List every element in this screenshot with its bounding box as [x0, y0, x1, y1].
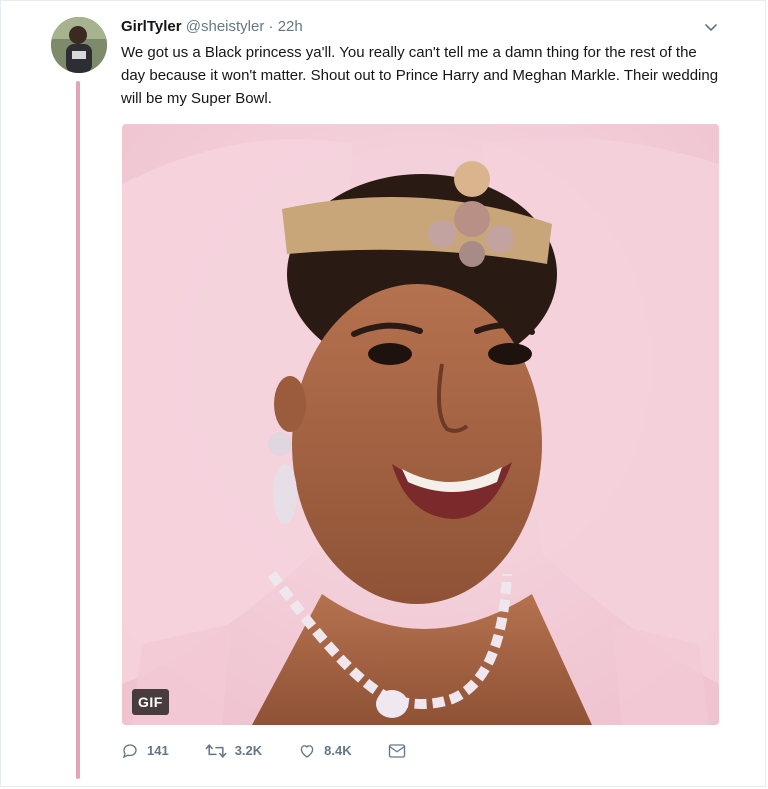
- like-button[interactable]: 8.4K: [298, 741, 352, 761]
- reply-button[interactable]: 141: [121, 741, 169, 761]
- tweet-text: We got us a Black princess ya'll. You re…: [121, 44, 719, 107]
- reply-icon: [122, 744, 137, 759]
- user-handle[interactable]: @sheistyler: [186, 18, 265, 35]
- avatar[interactable]: [51, 17, 107, 73]
- tweet-media-gif[interactable]: GIF: [122, 124, 719, 725]
- timestamp[interactable]: 22h: [278, 18, 303, 35]
- tweet-card[interactable]: GirlTyler @sheistyler · 22h We got us a …: [0, 0, 766, 787]
- chevron-down-icon[interactable]: [703, 19, 719, 35]
- retweet-icon: [205, 744, 227, 758]
- display-name[interactable]: GirlTyler: [121, 18, 182, 35]
- tweet-header: GirlTyler @sheistyler · 22h: [121, 18, 303, 36]
- reply-count: 141: [147, 743, 169, 758]
- retweet-button[interactable]: 3.2K: [205, 741, 262, 761]
- direct-message-button[interactable]: [388, 743, 414, 759]
- gif-frame-image: [122, 124, 719, 725]
- direct-message-icon: [388, 744, 405, 758]
- retweet-count: 3.2K: [234, 743, 263, 758]
- heart-icon: [300, 745, 314, 758]
- separator-dot: ·: [268, 18, 274, 35]
- tweet-actions: 141 3.2K 8.4K: [121, 739, 450, 763]
- gif-badge: GIF: [132, 689, 169, 715]
- like-count: 8.4K: [324, 743, 352, 758]
- thread-line: [76, 81, 80, 779]
